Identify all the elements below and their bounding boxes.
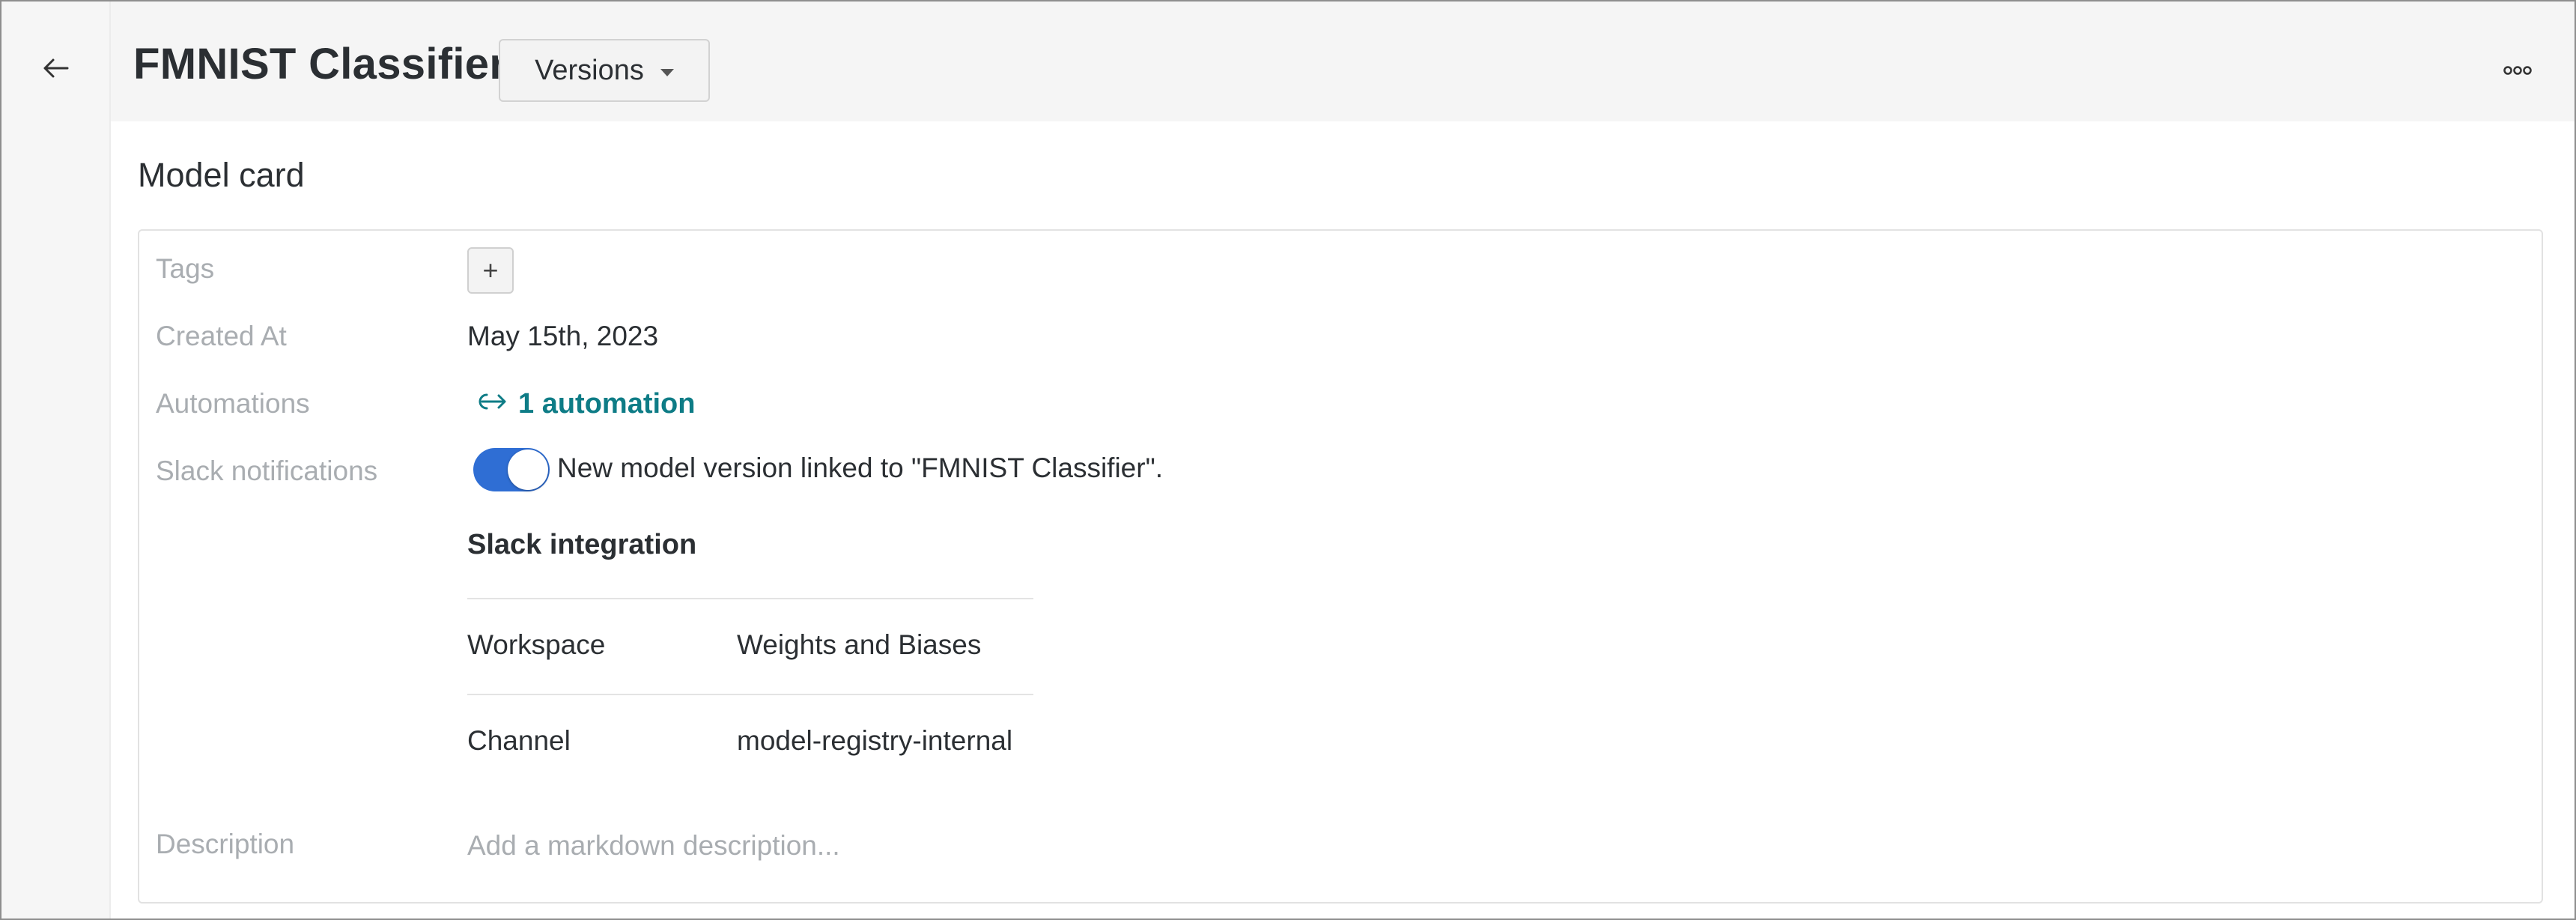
automations-link[interactable]: 1 automation — [475, 388, 695, 420]
caret-down-icon — [660, 69, 674, 76]
page-header: FMNIST Classifier Versions — [111, 1, 2575, 121]
created-at-label: Created At — [156, 321, 287, 351]
model-card: Tags + Created At May 15th, 2023 Automat… — [138, 229, 2543, 904]
description-label: Description — [156, 829, 295, 859]
add-tag-button[interactable]: + — [467, 247, 514, 294]
link-arrow-icon — [475, 388, 508, 420]
app-frame: FMNIST Classifier Versions Model card Ta… — [0, 0, 2576, 920]
left-rail — [1, 1, 111, 919]
toggle-knob — [508, 450, 548, 490]
divider — [467, 694, 1033, 695]
workspace-label: Workspace — [467, 629, 606, 660]
automations-count: 1 automation — [518, 388, 696, 420]
channel-label: Channel — [467, 725, 571, 756]
back-button[interactable] — [33, 49, 78, 90]
slack-toggle-text: New model version linked to "FMNIST Clas… — [557, 453, 1163, 483]
slack-integration-title: Slack integration — [467, 529, 697, 560]
tags-label: Tags — [156, 253, 215, 284]
workspace-value: Weights and Biases — [737, 629, 982, 660]
page-title: FMNIST Classifier — [133, 40, 507, 88]
slack-notifications-label: Slack notifications — [156, 456, 378, 486]
versions-dropdown[interactable]: Versions — [499, 39, 710, 102]
created-at-value: May 15th, 2023 — [467, 321, 659, 351]
versions-label: Versions — [535, 54, 644, 86]
description-input[interactable]: Add a markdown description... — [467, 830, 840, 862]
automations-label: Automations — [156, 388, 310, 419]
slack-notifications-toggle[interactable] — [473, 448, 550, 491]
channel-value: model-registry-internal — [737, 725, 1013, 756]
arrow-left-icon — [42, 57, 69, 83]
more-options-button[interactable] — [2495, 54, 2540, 90]
model-card-heading: Model card — [138, 156, 305, 194]
divider — [467, 598, 1033, 599]
more-horizontal-icon — [2503, 65, 2533, 79]
